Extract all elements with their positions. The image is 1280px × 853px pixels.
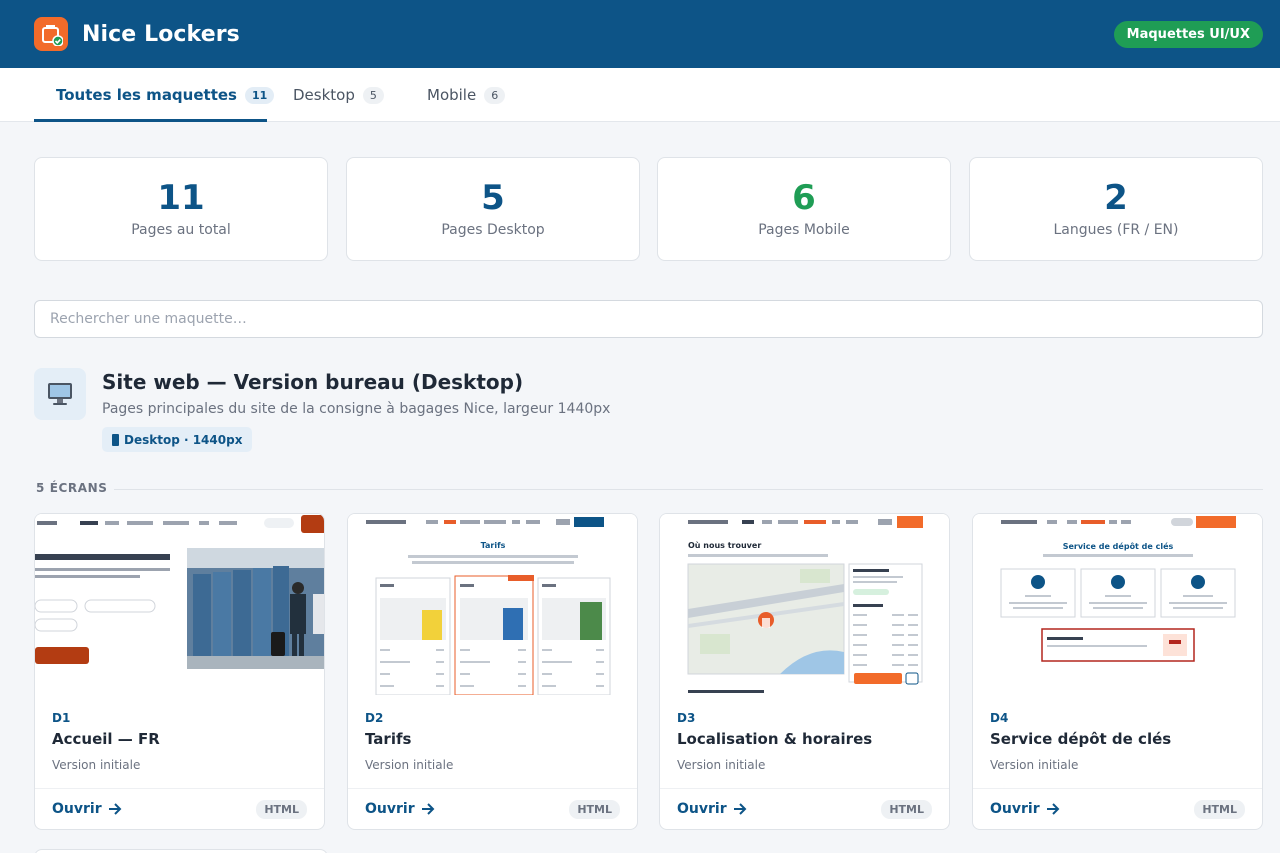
active-tab-indicator [34, 119, 267, 122]
open-link-label: Ouvrir [365, 801, 415, 817]
section-badge: Desktop · 1440px [102, 427, 253, 452]
open-link-label: Ouvrir [677, 801, 727, 817]
stat-desktop-pages: 5 Pages Desktop [346, 157, 640, 261]
card-code: D3 [677, 711, 696, 725]
card-title: Service dépôt de clés [990, 730, 1172, 748]
stat-label: Pages Mobile [758, 222, 850, 238]
tab-label: Mobile [427, 86, 477, 104]
stat-value: 6 [792, 178, 816, 218]
locker-check-icon [34, 17, 68, 51]
open-link-label: Ouvrir [52, 801, 102, 817]
section-badge-label: Desktop · 1440px [124, 432, 243, 447]
stat-languages: 2 Langues (FR / EN) [969, 157, 1263, 261]
card-version: Version initiale [677, 758, 766, 772]
search-input[interactable] [34, 300, 1263, 338]
mockup-card-d4[interactable]: Service de dépôt de clés D4 Service dépô… [972, 513, 1263, 830]
card-code: D1 [52, 711, 71, 725]
thumb-title: Service de dépôt de clés [1063, 541, 1174, 551]
open-link[interactable]: Ouvrir [990, 801, 1060, 817]
divider [973, 788, 1262, 789]
card-title: Localisation & horaires [677, 730, 873, 748]
divider [348, 788, 637, 789]
top-header: Nice Lockers Maquettes UI/UX [0, 0, 1280, 68]
section-description: Pages principales du site de la consigne… [102, 401, 611, 417]
mockups-badge: Maquettes UI/UX [1113, 21, 1263, 48]
stat-label: Pages Desktop [441, 222, 545, 238]
open-link[interactable]: Ouvrir [365, 801, 435, 817]
stat-value: 5 [481, 178, 505, 218]
thumbnail-pricing: Tarifs [348, 514, 637, 695]
stat-label: Langues (FR / EN) [1053, 222, 1179, 238]
card-code: D2 [365, 711, 384, 725]
stat-label: Pages au total [131, 222, 231, 238]
device-icon [112, 433, 119, 446]
open-link[interactable]: Ouvrir [52, 801, 122, 817]
thumb-title: Où nous trouver [688, 541, 761, 550]
tab-count: 5 [362, 86, 384, 104]
format-badge: HTML [881, 800, 932, 819]
thumbnail-location: Où nous trouver [660, 514, 949, 695]
format-badge: HTML [1194, 800, 1245, 819]
mockup-card-d3[interactable]: Où nous trouver D3 Localisation & horair… [659, 513, 950, 830]
tab-label: Toutes les maquettes [56, 86, 237, 104]
card-version: Version initiale [990, 758, 1079, 772]
divider [35, 788, 324, 789]
section-title: Site web — Version bureau (Desktop) [102, 370, 524, 394]
arrow-right-icon [733, 803, 747, 815]
brand-name: Nice Lockers [82, 21, 240, 47]
open-link[interactable]: Ouvrir [677, 801, 747, 817]
stat-total-pages: 11 Pages au total [34, 157, 328, 261]
divider [660, 788, 949, 789]
format-badge: HTML [569, 800, 620, 819]
card-title: Tarifs [365, 730, 412, 748]
arrow-right-icon [108, 803, 122, 815]
tab-all[interactable]: Toutes les maquettes 11 [56, 68, 275, 122]
thumbnail-home [35, 514, 324, 695]
desktop-monitor-icon [34, 368, 86, 420]
mockup-card-d2[interactable]: Tarifs D2 Tarifs Version initiale Ouvrir… [347, 513, 638, 830]
thumb-title: Tarifs [481, 541, 506, 550]
card-code: D4 [990, 711, 1009, 725]
mockup-card-d1[interactable]: D1 Accueil — FR Version initiale Ouvrir … [34, 513, 325, 830]
tab-label: Desktop [293, 86, 355, 104]
open-link-label: Ouvrir [990, 801, 1040, 817]
tab-mobile[interactable]: Mobile 6 [427, 68, 506, 122]
arrow-right-icon [421, 803, 435, 815]
tab-count: 11 [244, 86, 275, 104]
tab-desktop[interactable]: Desktop 5 [293, 68, 384, 122]
mockup-card-next[interactable] [34, 849, 328, 853]
screens-count-label: 5 ÉCRANS [36, 481, 108, 495]
format-badge: HTML [256, 800, 307, 819]
stat-value: 11 [157, 178, 205, 218]
card-version: Version initiale [52, 758, 141, 772]
stat-mobile-pages: 6 Pages Mobile [657, 157, 951, 261]
card-version: Version initiale [365, 758, 454, 772]
thumbnail-key-deposit: Service de dépôt de clés [973, 514, 1262, 695]
tab-bar: Toutes les maquettes 11 Desktop 5 Mobile… [0, 68, 1280, 122]
divider [114, 489, 1263, 490]
card-title: Accueil — FR [52, 730, 160, 748]
tab-count: 6 [484, 86, 506, 104]
arrow-right-icon [1046, 803, 1060, 815]
stat-value: 2 [1104, 178, 1128, 218]
